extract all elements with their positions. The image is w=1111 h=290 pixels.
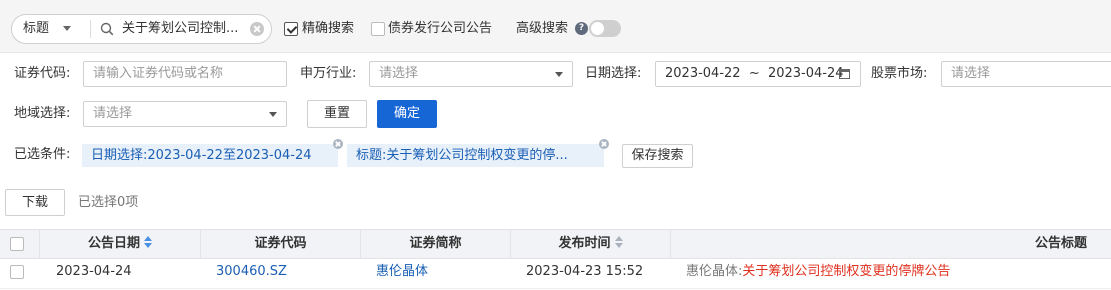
condition-chip-title: 标题:关于筹划公司控制权变更的停...: [347, 144, 604, 167]
divider: [90, 20, 91, 38]
region-label: 地域选择:: [14, 106, 71, 121]
select-all-cell: [0, 230, 40, 258]
region-select[interactable]: 请选择: [83, 101, 287, 127]
sort-icon[interactable]: [614, 236, 623, 248]
search-icon: [100, 22, 114, 36]
condition-chip-value: 关于筹划公司控制权变更的停...: [386, 148, 568, 163]
search-input[interactable]: 关于筹划公司控制...: [122, 15, 252, 43]
cell-name-link[interactable]: 惠伦晶体: [376, 259, 506, 288]
industry-select-value: 请选择: [379, 66, 419, 81]
chevron-down-icon: [269, 112, 277, 117]
conditions-label: 已选条件:: [14, 147, 71, 162]
region-select-value: 请选择: [93, 106, 133, 121]
select-all-checkbox[interactable]: [10, 237, 24, 251]
condition-chip-label: 日期选择:: [91, 148, 148, 163]
row-select-cell: [0, 259, 40, 288]
column-header-name: 证券简称: [361, 230, 511, 258]
column-header-label: 发布时间: [558, 236, 611, 251]
save-search-button[interactable]: 保存搜索: [622, 144, 693, 168]
condition-chip-date: 日期选择:2023-04-22至2023-04-24: [82, 144, 338, 167]
cell-code-link[interactable]: 300460.SZ: [216, 259, 356, 288]
row-checkbox[interactable]: [10, 265, 24, 279]
advanced-search-toggle[interactable]: [589, 20, 621, 37]
remove-condition-icon[interactable]: [333, 139, 343, 149]
column-header-label: 证券简称: [409, 236, 462, 251]
search-group: 标题 关于筹划公司控制...: [11, 14, 272, 44]
calendar-icon: [839, 69, 850, 79]
industry-label: 申万行业:: [300, 66, 357, 81]
cell-time: 2023-04-23 15:52: [526, 264, 644, 279]
column-header-label: 证券代码: [254, 236, 307, 251]
selected-count: 已选择0项: [78, 195, 139, 210]
column-header-label: 公告标题: [1034, 236, 1087, 251]
toggle-knob: [591, 22, 604, 35]
column-header-code: 证券代码: [201, 230, 361, 258]
search-type-select[interactable]: 标题: [12, 15, 80, 43]
search-bar: 标题 关于筹划公司控制... 精确搜索 债券发行公司公告 高级搜索 ?: [0, 0, 1111, 53]
cell-title-link[interactable]: 惠伦晶体:关于筹划公司控制权变更的停牌公告: [686, 259, 1106, 288]
column-header-label: 公告日期: [87, 236, 140, 251]
column-header-time[interactable]: 发布时间: [511, 230, 671, 258]
table-row[interactable]: 2023-04-24 300460.SZ 惠伦晶体 2023-04-23 15:…: [0, 259, 1111, 289]
reset-button[interactable]: 重置: [307, 100, 367, 128]
help-icon[interactable]: ?: [575, 22, 588, 35]
market-label: 股票市场:: [871, 66, 928, 81]
search-type-label: 标题: [23, 21, 50, 36]
column-header-date[interactable]: 公告日期: [40, 230, 201, 258]
bond-announcement-label[interactable]: 债券发行公司公告: [388, 20, 492, 38]
date-range-value: 2023-04-22 ~ 2023-04-24: [665, 66, 844, 81]
chevron-down-icon: [555, 72, 563, 77]
bond-announcement-checkbox[interactable]: [371, 22, 385, 36]
title-prefix: 惠伦晶体:: [686, 264, 743, 279]
exact-search-label[interactable]: 精确搜索: [302, 20, 354, 38]
date-label: 日期选择:: [585, 66, 642, 81]
condition-chip-label: 标题:: [356, 148, 387, 163]
date-range-picker[interactable]: 2023-04-22 ~ 2023-04-24: [655, 61, 861, 87]
exact-search-checkbox[interactable]: [284, 22, 298, 36]
code-input[interactable]: 请输入证券代码或名称: [83, 61, 287, 87]
cell-date: 2023-04-24: [56, 264, 132, 279]
table-header: 公告日期 证券代码 证券简称 发布时间 公告标题: [0, 229, 1111, 259]
title-highlight: 关于筹划公司控制权变更的停牌公告: [742, 264, 951, 279]
remove-condition-icon[interactable]: [599, 139, 609, 149]
market-select[interactable]: 请选择: [941, 61, 1111, 87]
download-button[interactable]: 下载: [5, 189, 65, 216]
column-header-title: 公告标题: [671, 230, 1111, 258]
industry-select[interactable]: 请选择: [369, 61, 573, 87]
condition-chip-value: 2023-04-22至2023-04-24: [147, 148, 312, 163]
code-label: 证券代码:: [14, 66, 71, 81]
chevron-down-icon: [63, 26, 71, 31]
advanced-search-label: 高级搜索: [516, 21, 569, 36]
sort-icon[interactable]: [144, 236, 152, 248]
clear-icon[interactable]: [250, 22, 264, 36]
confirm-button[interactable]: 确定: [377, 100, 437, 128]
